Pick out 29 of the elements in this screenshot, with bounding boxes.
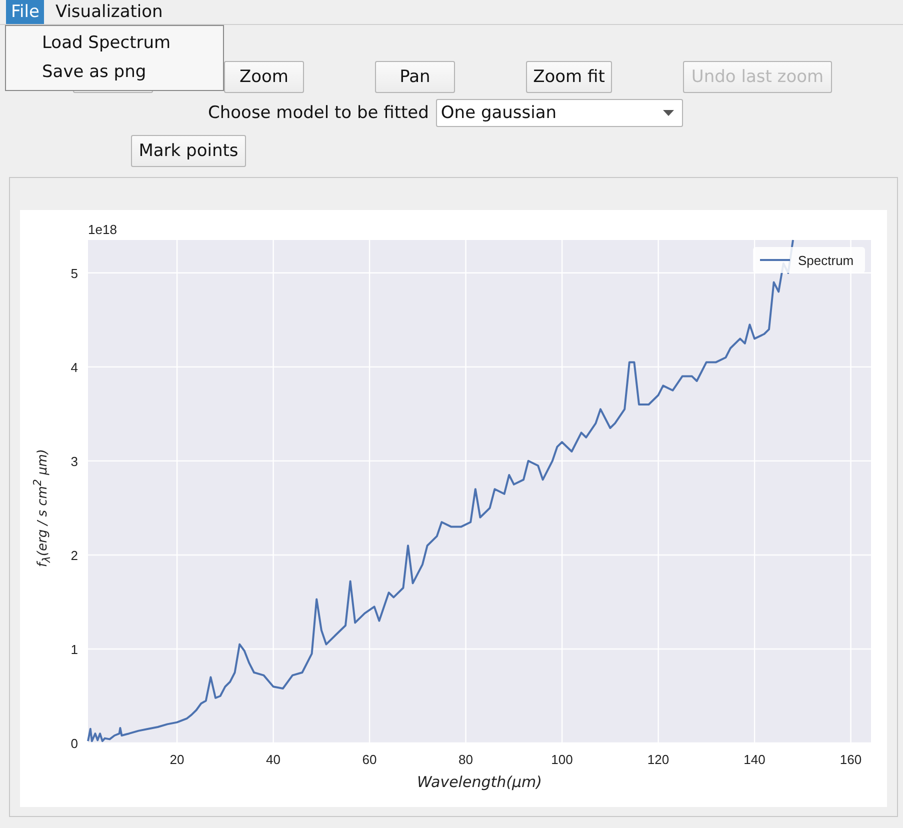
x-tick-label: 40 <box>266 752 281 767</box>
x-axis-label: Wavelength(μm) <box>417 773 542 791</box>
x-tick-label: 140 <box>744 752 766 767</box>
toolbar-button[interactable]: Zoom <box>224 61 304 93</box>
y-tick-label: 4 <box>70 360 78 375</box>
x-tick-label: 20 <box>170 752 184 767</box>
menu-item[interactable]: File <box>6 0 44 24</box>
y-tick-label: 5 <box>70 266 78 281</box>
y-tick-label: 0 <box>70 736 78 751</box>
legend-line-icon <box>760 259 790 261</box>
menu-entry[interactable]: Load Spectrum <box>6 29 223 58</box>
menu-entry[interactable]: Save as png <box>6 58 223 87</box>
toolbar-button[interactable]: Zoom fit <box>526 61 612 93</box>
caret-icon <box>662 110 674 116</box>
x-tick-label: 80 <box>458 752 474 767</box>
mark-points-button[interactable]: Mark points <box>131 135 246 167</box>
y-tick-label: 3 <box>70 454 78 469</box>
y-tick-label: 2 <box>70 548 78 563</box>
x-tick-label: 100 <box>551 752 573 767</box>
x-tick-label: 120 <box>647 752 670 767</box>
model-dropdown[interactable]: One gaussian <box>436 99 683 127</box>
toolbar-button[interactable]: Pan <box>375 61 455 93</box>
y-tick-label: 1 <box>70 642 78 657</box>
legend-label: Spectrum <box>798 253 854 268</box>
x-tick-label: 60 <box>362 752 377 767</box>
model-label: Choose model to be fitted <box>208 103 429 123</box>
x-tick-label: 160 <box>840 752 862 767</box>
offset-label: 1e18 <box>88 222 117 237</box>
menu-item[interactable]: Visualization <box>50 0 168 24</box>
